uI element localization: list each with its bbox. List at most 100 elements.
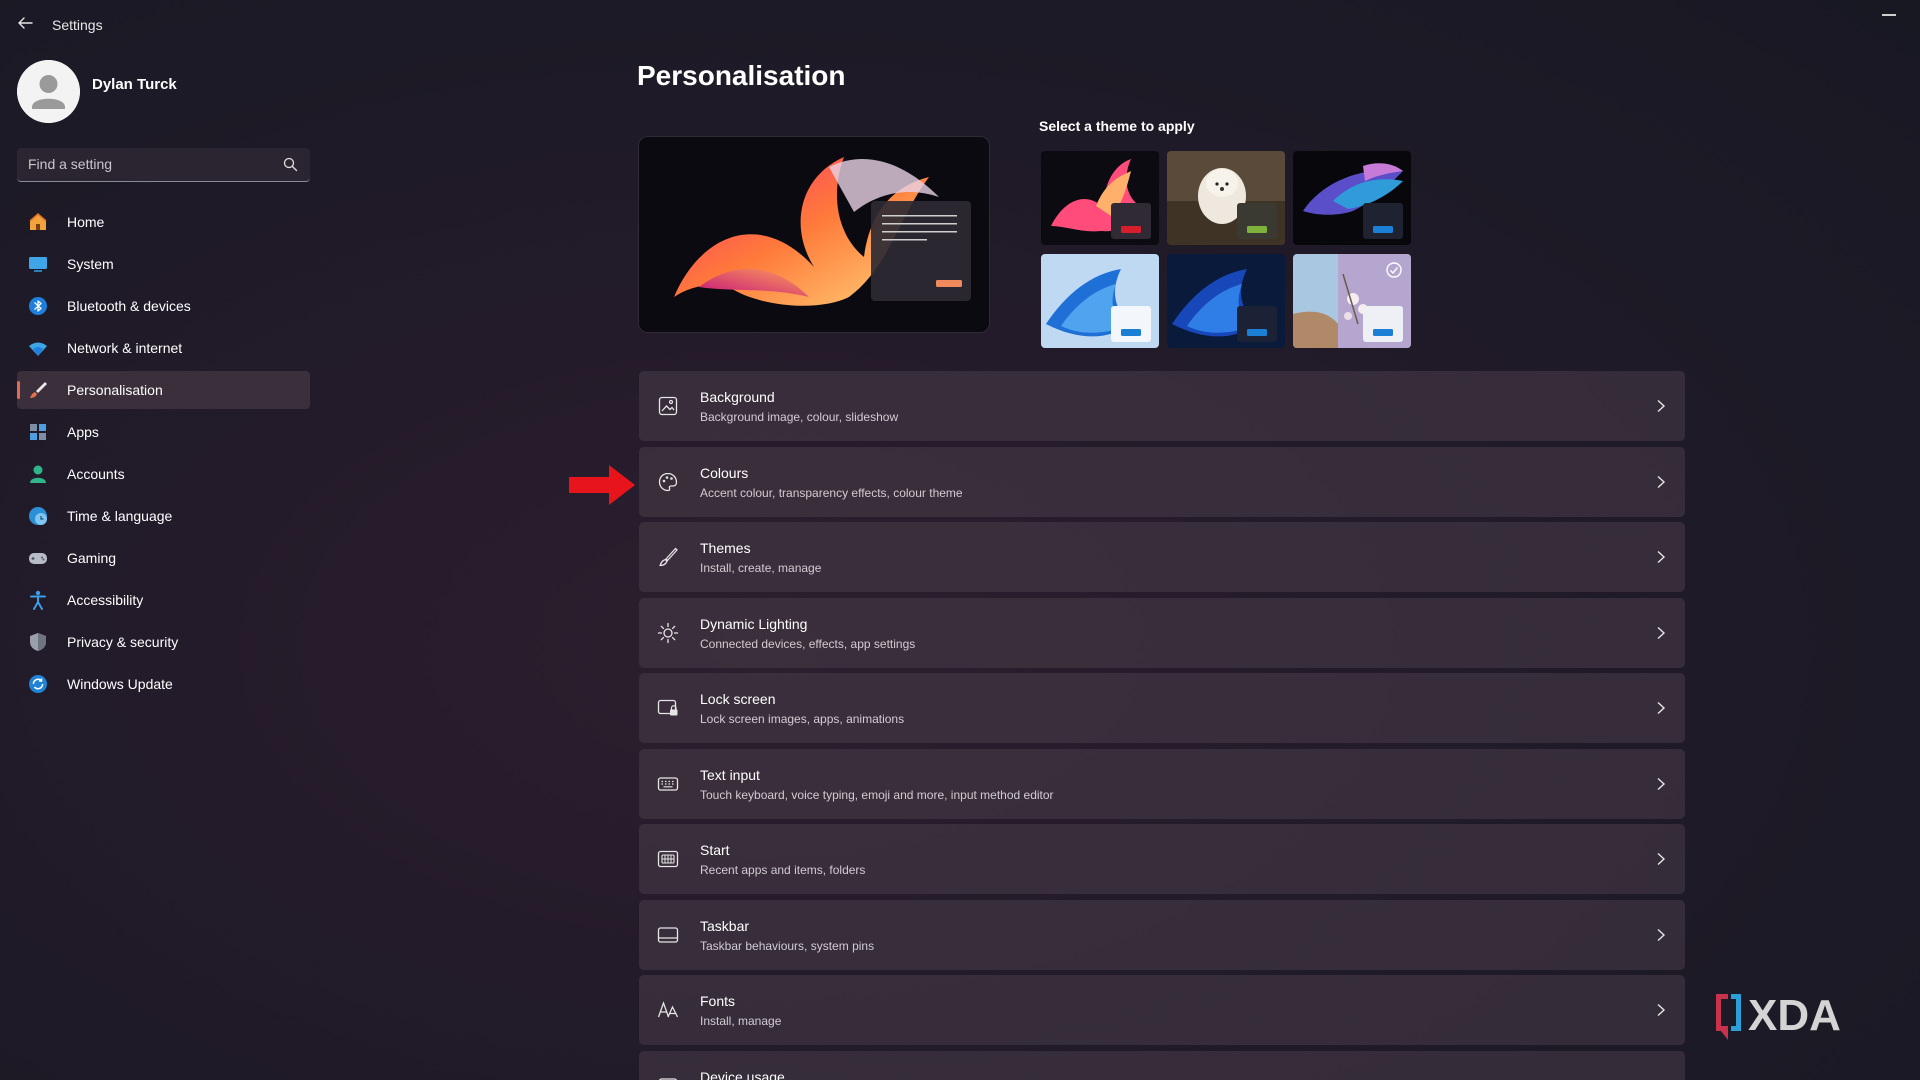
sidebar-item-label: System xyxy=(67,256,114,272)
theme-thumb-windows-light[interactable] xyxy=(1041,254,1159,348)
globe-clock-icon xyxy=(27,505,49,527)
sidebar-item-privacy-security[interactable]: Privacy & security xyxy=(17,623,310,661)
chevron-right-icon xyxy=(1655,475,1667,489)
app-title: Settings xyxy=(52,17,103,33)
theme-accent-swatch xyxy=(1247,226,1267,233)
title-bar: Settings xyxy=(0,0,1920,50)
sidebar-item-personalisation[interactable]: Personalisation xyxy=(17,371,310,409)
sidebar-item-system[interactable]: System xyxy=(17,245,310,283)
setting-title: Device usage xyxy=(700,1068,785,1080)
setting-colours[interactable]: Colours Accent colour, transparency effe… xyxy=(639,446,1685,517)
xda-watermark-text: XDA xyxy=(1748,991,1841,1040)
start-icon xyxy=(657,848,679,870)
sidebar-item-label: Accessibility xyxy=(67,592,144,608)
sidebar-item-home[interactable]: Home xyxy=(17,203,310,241)
avatar[interactable] xyxy=(17,60,80,123)
sidebar-item-accessibility[interactable]: Accessibility xyxy=(17,581,310,619)
profile-name: Dylan Turck xyxy=(92,76,177,93)
sidebar-item-label: Bluetooth & devices xyxy=(67,298,191,314)
back-arrow-icon[interactable] xyxy=(14,12,36,34)
theme-thumbnail-image xyxy=(1167,254,1285,348)
sidebar-item-network[interactable]: Network & internet xyxy=(17,329,310,367)
fonts-icon xyxy=(657,999,679,1021)
setting-description: Accent colour, transparency effects, col… xyxy=(700,485,963,500)
keyboard-icon xyxy=(657,773,679,795)
setting-start[interactable]: Start Recent apps and items, folders xyxy=(639,824,1685,894)
shield-icon xyxy=(27,631,49,653)
setting-description: Install, create, manage xyxy=(700,561,822,575)
taskbar-icon xyxy=(657,924,679,946)
theme-preview-image xyxy=(639,137,989,332)
chevron-right-icon xyxy=(1655,701,1667,715)
sidebar-item-time-language[interactable]: Time & language xyxy=(17,497,310,535)
theme-thumb-windows-dark[interactable] xyxy=(1167,254,1285,348)
sidebar-item-label: Accounts xyxy=(67,466,125,482)
setting-title: Text input xyxy=(700,766,760,783)
theme-thumb-flowers[interactable] xyxy=(1293,254,1411,348)
chevron-right-icon xyxy=(1655,777,1667,791)
palette-icon xyxy=(657,471,679,493)
annotation-arrow-icon xyxy=(569,465,635,505)
personalisation-settings-list: Background Background image, colour, sli… xyxy=(639,371,1685,1080)
brush-icon xyxy=(657,546,679,568)
setting-description: Connected devices, effects, app settings xyxy=(700,636,916,651)
setting-device-usage[interactable]: Device usage xyxy=(639,1050,1685,1080)
setting-taskbar[interactable]: Taskbar Taskbar behaviours, system pins xyxy=(639,899,1685,970)
sidebar-item-apps[interactable]: Apps xyxy=(17,413,310,451)
bluetooth-icon xyxy=(27,295,49,317)
setting-title: Dynamic Lighting xyxy=(700,615,808,632)
apps-icon xyxy=(27,421,49,443)
theme-accent-swatch xyxy=(1121,226,1141,233)
sidebar-item-label: Privacy & security xyxy=(67,634,179,650)
device-usage-icon xyxy=(657,1075,679,1080)
theme-thumbnail-image xyxy=(1041,254,1159,348)
sidebar-item-label: Home xyxy=(67,214,105,230)
minimize-button[interactable] xyxy=(1882,14,1896,16)
setting-title: Background xyxy=(700,389,775,405)
setting-description: Lock screen images, apps, animations xyxy=(700,712,905,726)
setting-title: Themes xyxy=(700,540,751,556)
sidebar-item-label: Network & internet xyxy=(67,340,183,356)
search-icon[interactable] xyxy=(283,157,298,172)
chevron-right-icon xyxy=(1655,626,1667,640)
setting-title: Taskbar xyxy=(700,917,750,934)
sidebar-item-gaming[interactable]: Gaming xyxy=(17,539,310,577)
sidebar-item-label: Personalisation xyxy=(67,382,163,398)
theme-thumbnail-image xyxy=(1293,151,1411,245)
wifi-icon xyxy=(27,337,49,359)
search-input[interactable] xyxy=(17,148,272,180)
chevron-right-icon xyxy=(1655,1003,1667,1017)
setting-title: Colours xyxy=(700,464,749,481)
setting-background[interactable]: Background Background image, colour, sli… xyxy=(639,371,1685,441)
theme-thumbnail-image xyxy=(1167,151,1285,245)
chevron-right-icon xyxy=(1655,550,1667,564)
system-icon xyxy=(27,253,49,275)
theme-grid xyxy=(1041,151,1413,348)
sidebar-item-bluetooth[interactable]: Bluetooth & devices xyxy=(17,287,310,325)
chevron-right-icon xyxy=(1655,928,1667,942)
theme-thumb-glow[interactable] xyxy=(1041,151,1159,245)
page-title: Personalisation xyxy=(637,60,846,91)
setting-description: Background image, colour, slideshow xyxy=(700,410,899,424)
setting-fonts[interactable]: Fonts Install, manage xyxy=(639,975,1685,1045)
search-box[interactable] xyxy=(17,148,310,182)
setting-title: Start xyxy=(700,842,730,858)
setting-text-input[interactable]: Text input Touch keyboard, voice typing,… xyxy=(639,748,1685,819)
chevron-right-icon xyxy=(1655,852,1667,866)
setting-description: Touch keyboard, voice typing, emoji and … xyxy=(700,787,1054,802)
setting-lock-screen[interactable]: Lock screen Lock screen images, apps, an… xyxy=(639,673,1685,743)
setting-title: Lock screen xyxy=(700,691,776,707)
setting-themes[interactable]: Themes Install, create, manage xyxy=(639,522,1685,592)
sidebar-item-windows-update[interactable]: Windows Update xyxy=(17,665,310,703)
user-profile[interactable]: Dylan Turck xyxy=(17,60,317,124)
chevron-right-icon xyxy=(1655,399,1667,413)
sidebar-item-label: Gaming xyxy=(67,550,117,566)
sidebar-item-accounts[interactable]: Accounts xyxy=(17,455,310,493)
lock-screen-icon xyxy=(657,697,679,719)
theme-preview xyxy=(638,136,990,333)
brush-icon xyxy=(27,379,49,401)
theme-thumb-dark-bloom[interactable] xyxy=(1293,151,1411,245)
image-icon xyxy=(657,395,679,417)
theme-thumb-dog[interactable] xyxy=(1167,151,1285,245)
setting-dynamic-lighting[interactable]: Dynamic Lighting Connected devices, effe… xyxy=(639,597,1685,668)
